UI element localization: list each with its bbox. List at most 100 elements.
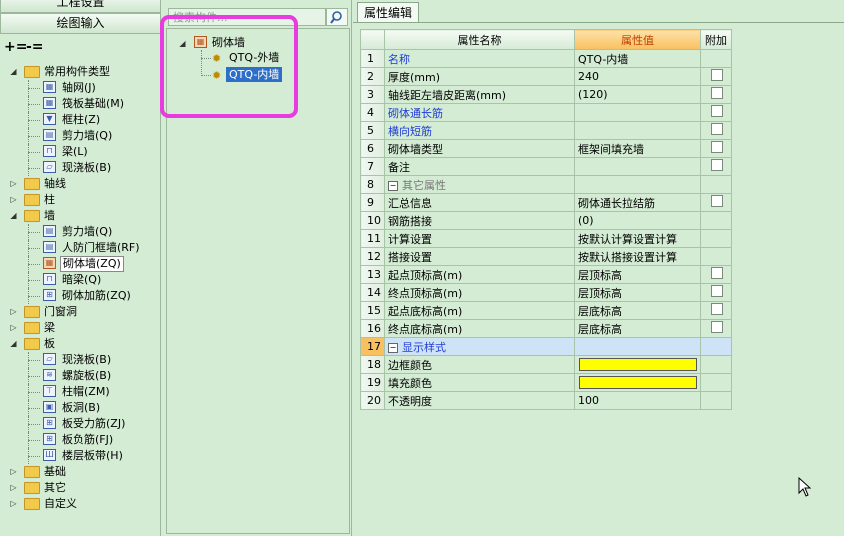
- property-value-cell[interactable]: [574, 103, 701, 122]
- attach-checkbox[interactable]: [711, 285, 723, 297]
- drawing-input-button[interactable]: 绘图输入: [0, 13, 161, 34]
- color-swatch[interactable]: [579, 358, 697, 371]
- extra-cell[interactable]: [700, 121, 732, 140]
- tree-item-row[interactable]: ▦ 砌体墙(ZQ): [0, 256, 158, 272]
- property-row[interactable]: 16 终点底标高(m) 层底标高: [360, 319, 732, 338]
- property-value-cell[interactable]: [574, 175, 701, 194]
- tree-item-row[interactable]: ▤ 人防门框墙(RF): [0, 240, 158, 256]
- collapse-arrow-icon[interactable]: ◢: [9, 67, 18, 76]
- property-row[interactable]: 5 横向短筋: [360, 121, 732, 140]
- tree-item-row[interactable]: ▤ 剪力墙(Q): [0, 128, 158, 144]
- property-row[interactable]: 1 名称 QTQ-内墙: [360, 49, 732, 68]
- property-value-cell[interactable]: 层底标高: [574, 319, 701, 338]
- property-row[interactable]: 10 钢筋搭接 (0): [360, 211, 732, 230]
- extra-cell[interactable]: [700, 157, 732, 176]
- tree-folder-row[interactable]: ▷ 柱: [0, 192, 158, 208]
- property-name-cell[interactable]: 备注: [384, 157, 575, 176]
- tree-folder-row[interactable]: ▷ 基础: [0, 464, 158, 480]
- property-value-cell[interactable]: 层顶标高: [574, 283, 701, 302]
- attach-checkbox[interactable]: [711, 159, 723, 171]
- property-value-cell[interactable]: 层底标高: [574, 301, 701, 320]
- tree-item-row[interactable]: ⊓ 梁(L): [0, 144, 158, 160]
- tree-item-row[interactable]: ▼ 框柱(Z): [0, 112, 158, 128]
- property-row[interactable]: 12 搭接设置 按默认搭接设置计算: [360, 247, 732, 266]
- tree-item-row[interactable]: ▤ 剪力墙(Q): [0, 224, 158, 240]
- project-settings-button[interactable]: 工程设置: [0, 0, 161, 13]
- property-value-cell[interactable]: [574, 337, 701, 356]
- color-swatch[interactable]: [579, 376, 697, 389]
- extra-cell[interactable]: [700, 301, 732, 320]
- property-value-cell[interactable]: (120): [574, 85, 701, 104]
- tree-item-row[interactable]: ≋ 螺旋板(B): [0, 368, 158, 384]
- property-name-cell[interactable]: 起点底标高(m): [384, 301, 575, 320]
- property-row[interactable]: 15 起点底标高(m) 层底标高: [360, 301, 732, 320]
- property-name-cell[interactable]: 起点顶标高(m): [384, 265, 575, 284]
- tree-item-row[interactable]: ⊤ 柱帽(ZM): [0, 384, 158, 400]
- property-row[interactable]: 18 边框颜色: [360, 355, 732, 374]
- attach-checkbox[interactable]: [711, 267, 723, 279]
- property-value-cell[interactable]: 按默认计算设置计算: [574, 229, 701, 248]
- extra-cell[interactable]: [700, 67, 732, 86]
- property-name-header[interactable]: 属性名称: [384, 29, 575, 50]
- property-name-cell[interactable]: 终点顶标高(m): [384, 283, 575, 302]
- collapse-group-icon[interactable]: −: [388, 342, 398, 353]
- property-name-cell[interactable]: 汇总信息: [384, 193, 575, 212]
- property-row[interactable]: 6 砌体墙类型 框架间填充墙: [360, 139, 732, 158]
- property-name-cell[interactable]: 边框颜色: [384, 355, 575, 374]
- property-row[interactable]: 20 不透明度 100: [360, 391, 732, 410]
- tree-folder-row[interactable]: ◢ 板: [0, 336, 158, 352]
- property-value-cell[interactable]: 240: [574, 67, 701, 86]
- collapse-all-icon[interactable]: -=: [26, 40, 44, 54]
- tree-folder-row[interactable]: ▷ 门窗洞: [0, 304, 158, 320]
- extra-cell[interactable]: [700, 193, 732, 212]
- extra-cell[interactable]: [700, 85, 732, 104]
- expand-arrow-icon[interactable]: ▷: [9, 323, 18, 332]
- extra-cell[interactable]: [700, 103, 732, 122]
- property-name-cell[interactable]: − 其它属性: [384, 175, 575, 194]
- attach-checkbox[interactable]: [711, 141, 723, 153]
- collapse-arrow-icon[interactable]: ◢: [9, 339, 18, 348]
- property-row[interactable]: 11 计算设置 按默认计算设置计算: [360, 229, 732, 248]
- expand-arrow-icon[interactable]: ▷: [9, 467, 18, 476]
- property-name-cell[interactable]: 钢筋搭接: [384, 211, 575, 230]
- property-name-cell[interactable]: 名称: [384, 49, 575, 68]
- property-value-cell[interactable]: 100: [574, 391, 701, 410]
- property-value-cell[interactable]: QTQ-内墙: [574, 49, 701, 68]
- property-name-cell[interactable]: 计算设置: [384, 229, 575, 248]
- property-row[interactable]: 7 备注: [360, 157, 732, 176]
- tree-item-row[interactable]: ⊞ 板受力筋(ZJ): [0, 416, 158, 432]
- property-value-cell[interactable]: 框架间填充墙: [574, 139, 701, 158]
- tree-folder-row[interactable]: ◢ 常用构件类型: [0, 64, 158, 80]
- property-row[interactable]: 2 厚度(mm) 240: [360, 67, 732, 86]
- property-row[interactable]: 4 砌体通长筋: [360, 103, 732, 122]
- expand-arrow-icon[interactable]: ▷: [9, 179, 18, 188]
- property-row[interactable]: 17− 显示样式: [360, 337, 732, 356]
- property-value-cell[interactable]: 砌体通长拉结筋: [574, 193, 701, 212]
- property-row[interactable]: 14 终点顶标高(m) 层顶标高: [360, 283, 732, 302]
- tree-folder-row[interactable]: ▷ 自定义: [0, 496, 158, 512]
- tree-item-row[interactable]: ▱ 现浇板(B): [0, 352, 158, 368]
- tree-item-row[interactable]: ▦ 轴网(J): [0, 80, 158, 96]
- collapse-arrow-icon[interactable]: ◢: [9, 211, 18, 220]
- extra-cell[interactable]: [700, 265, 732, 284]
- property-value-cell[interactable]: (0): [574, 211, 701, 230]
- attach-checkbox[interactable]: [711, 123, 723, 135]
- property-name-cell[interactable]: 终点底标高(m): [384, 319, 575, 338]
- property-row[interactable]: 8− 其它属性: [360, 175, 732, 194]
- property-value-cell[interactable]: [574, 157, 701, 176]
- property-name-cell[interactable]: 砌体通长筋: [384, 103, 575, 122]
- extra-cell[interactable]: [700, 139, 732, 158]
- tree-item-row[interactable]: ⊞ 砌体加筋(ZQ): [0, 288, 158, 304]
- property-name-cell[interactable]: 轴线距左墙皮距离(mm): [384, 85, 575, 104]
- property-value-cell[interactable]: [574, 121, 701, 140]
- property-name-cell[interactable]: 厚度(mm): [384, 67, 575, 86]
- extra-cell[interactable]: [700, 319, 732, 338]
- property-value-cell[interactable]: 层顶标高: [574, 265, 701, 284]
- property-row[interactable]: 3 轴线距左墙皮距离(mm) (120): [360, 85, 732, 104]
- search-button[interactable]: [326, 8, 348, 26]
- tree-item-row[interactable]: ▣ 板洞(B): [0, 400, 158, 416]
- property-name-cell[interactable]: − 显示样式: [384, 337, 575, 356]
- tree-item-row[interactable]: ⊞ 板负筋(FJ): [0, 432, 158, 448]
- expand-arrow-icon[interactable]: ▷: [9, 499, 18, 508]
- attach-checkbox[interactable]: [711, 69, 723, 81]
